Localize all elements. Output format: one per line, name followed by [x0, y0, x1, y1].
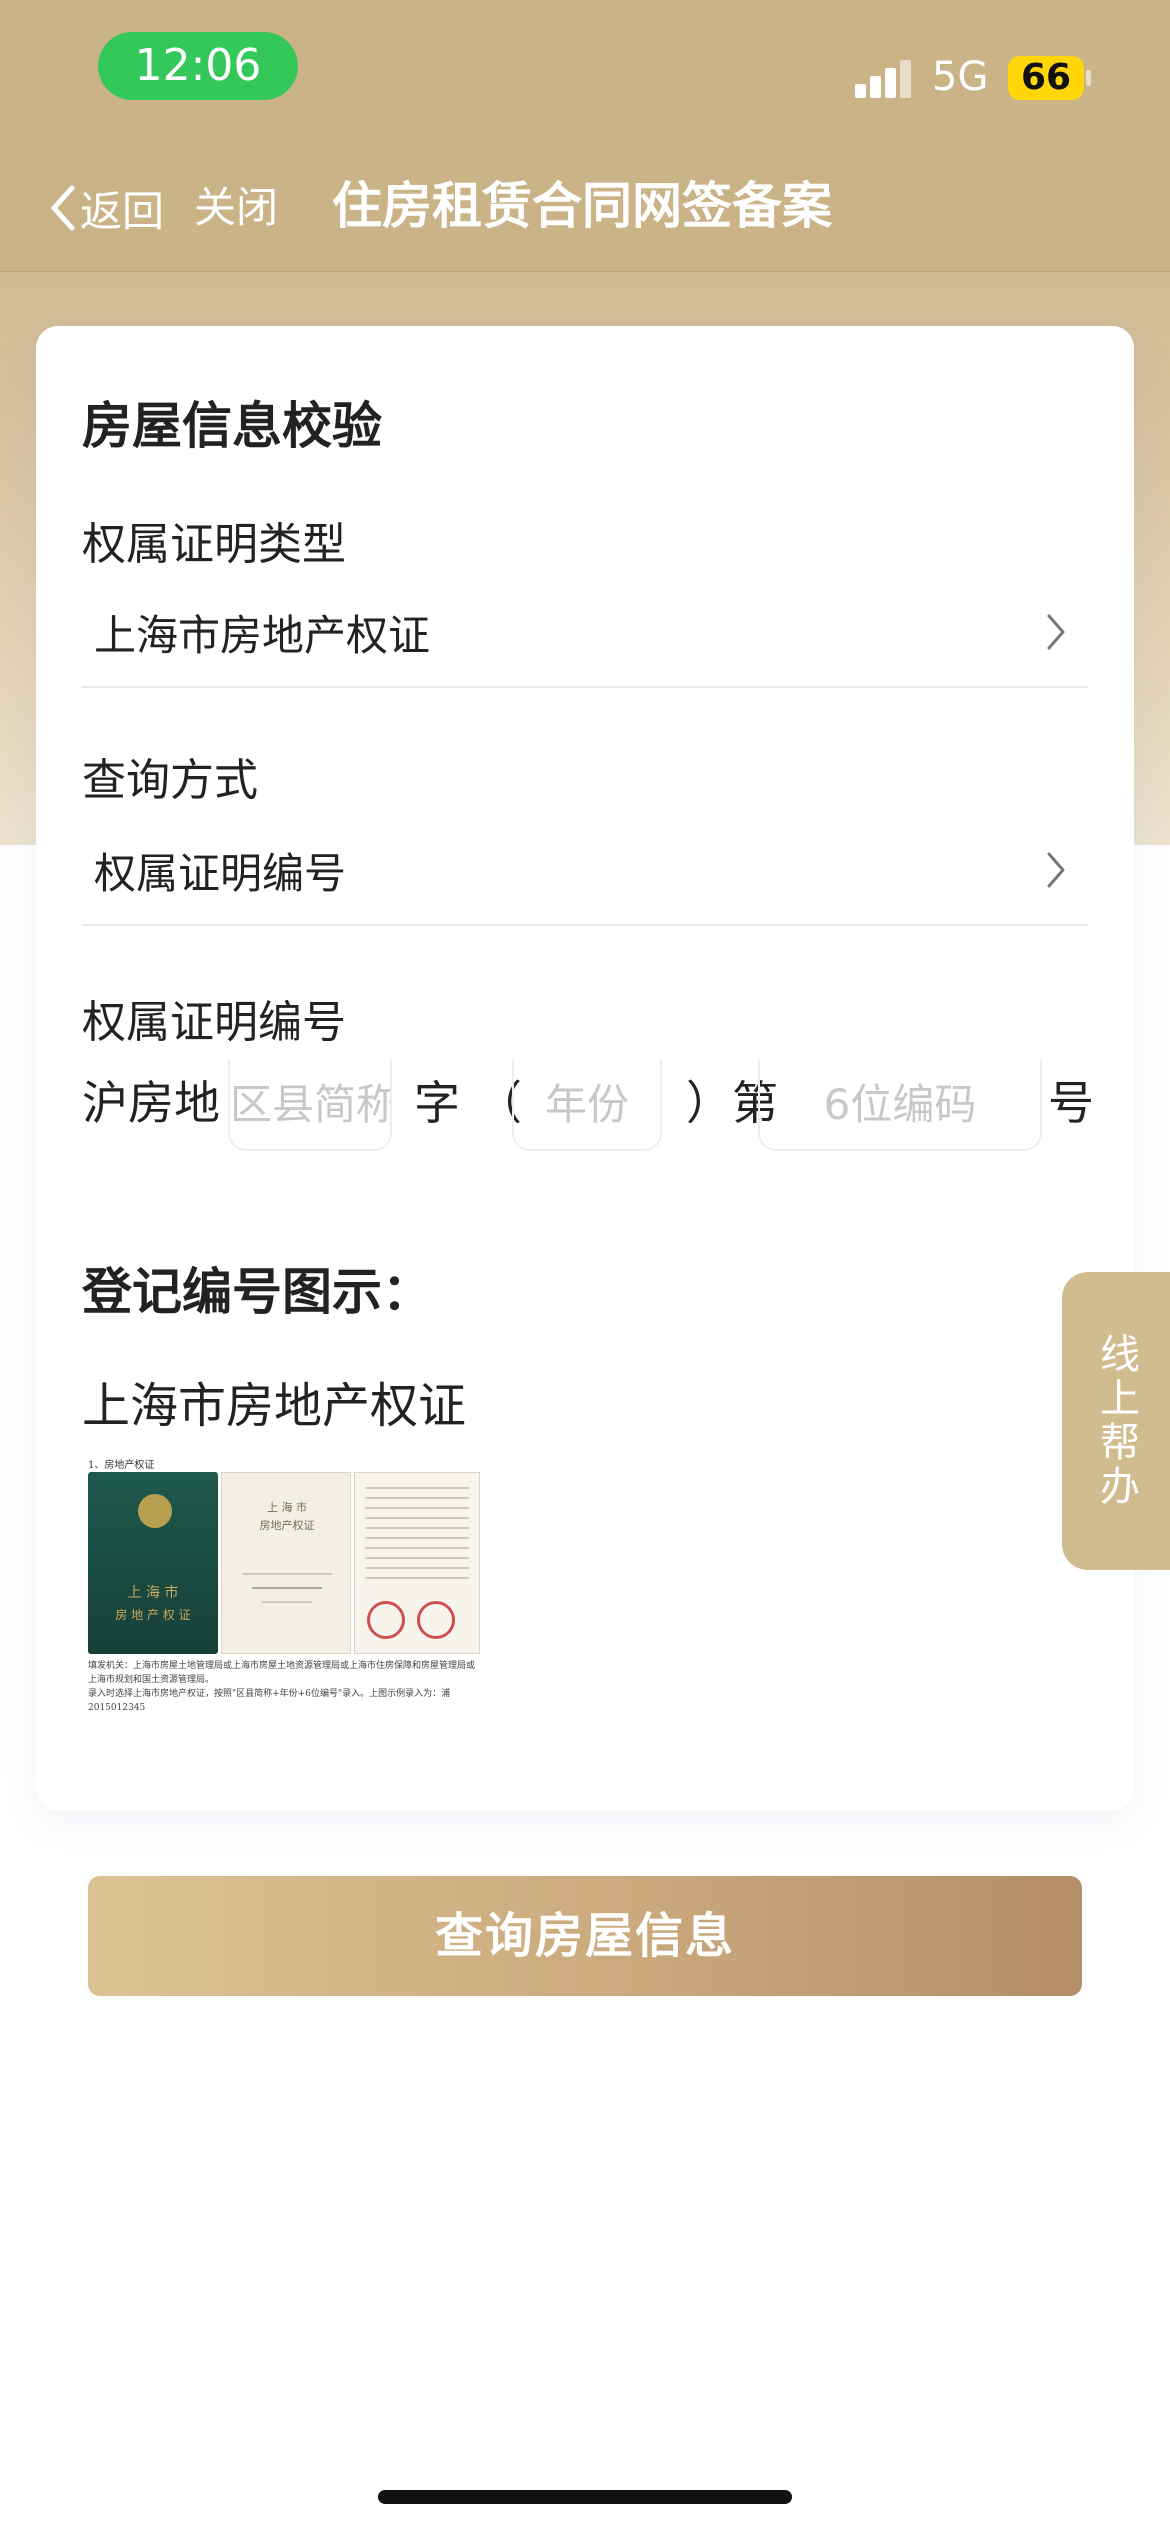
certificate-page: 上 海 市 房地产权证	[221, 1472, 351, 1654]
network-type: 5G	[932, 54, 989, 100]
cert-suffix: 号	[1048, 1076, 1094, 1130]
code-input[interactable]: 6位编码	[758, 1059, 1042, 1151]
year-input[interactable]: 年份	[512, 1059, 662, 1151]
certificate-page-right	[354, 1472, 480, 1654]
house-info-card: 房屋信息校验 权属证明类型 上海市房地产权证 查询方式 权属证明编号 权属证明编…	[36, 326, 1134, 1811]
back-button[interactable]: 返回	[48, 178, 164, 238]
district-input[interactable]: 区县简称	[228, 1059, 392, 1151]
emblem-icon	[138, 1494, 172, 1528]
seal-icon	[367, 1601, 405, 1639]
sample-note-line-1: 填发机关：上海市房屋土地管理局或上海市房屋土地资源管理局或上海市住房保障和房屋管…	[88, 1661, 476, 1685]
sample-heading: 1、房地产权证	[88, 1460, 155, 1471]
online-help-button[interactable]: 线上帮办	[1062, 1272, 1170, 1570]
sample-note: 填发机关：上海市房屋土地管理局或上海市房屋土地资源管理局或上海市住房保障和房屋管…	[88, 1659, 480, 1715]
chevron-left-icon	[51, 185, 75, 231]
seal-icon	[417, 1601, 455, 1639]
section-title: 房屋信息校验	[82, 397, 382, 455]
back-label: 返回	[80, 186, 165, 236]
char-zi: 字	[414, 1076, 460, 1130]
battery-tip	[1086, 70, 1091, 86]
example-heading: 登记编号图示：	[82, 1263, 432, 1321]
ownership-type-select[interactable]: 上海市房地产权证	[82, 578, 1088, 688]
sample-note-line-2: 录入时选择上海市房地产权证，按照"区县简称+年份+6位编号"录入。上图示例录入为…	[88, 1689, 451, 1713]
close-button[interactable]: 关闭	[194, 178, 278, 238]
query-house-info-button[interactable]: 查询房屋信息	[88, 1876, 1082, 1996]
cover-title: 房 地 产 权 证	[115, 1608, 191, 1622]
cert-number-label: 权属证明编号	[82, 997, 346, 1048]
online-help-label: 线上帮办	[1093, 1333, 1139, 1509]
battery-icon: 66	[1008, 56, 1084, 100]
query-method-value: 权属证明编号	[94, 848, 347, 898]
ownership-type-label: 权属证明类型	[82, 519, 346, 570]
certificate-sample-image: 1、房地产权证 上 海 市 房 地 产 权 证 上 海 市 房地产权证 填发机关…	[84, 1452, 484, 1717]
page-city: 上 海 市	[267, 1501, 307, 1514]
page-title: 住房租赁合同网签备案	[332, 177, 832, 235]
chevron-right-icon	[1047, 852, 1065, 888]
chevron-right-icon	[1047, 614, 1065, 650]
ownership-type-value: 上海市房地产权证	[94, 610, 431, 660]
cert-number-row: 沪房地 区县简称 字 （ 年份 ）第 6位编码 号	[82, 1051, 1122, 1161]
cover-city: 上 海 市	[127, 1585, 179, 1601]
signal-icon	[855, 58, 915, 98]
status-time: 12:06	[98, 32, 298, 100]
query-method-label: 查询方式	[82, 755, 258, 806]
query-method-select[interactable]: 权属证明编号	[82, 816, 1088, 926]
cert-prefix: 沪房地	[82, 1076, 220, 1130]
page-title-text: 房地产权证	[259, 1519, 315, 1532]
certificate-cover: 上 海 市 房 地 产 权 证	[88, 1472, 218, 1654]
home-indicator[interactable]	[378, 2490, 792, 2504]
example-title: 上海市房地产权证	[82, 1378, 467, 1434]
